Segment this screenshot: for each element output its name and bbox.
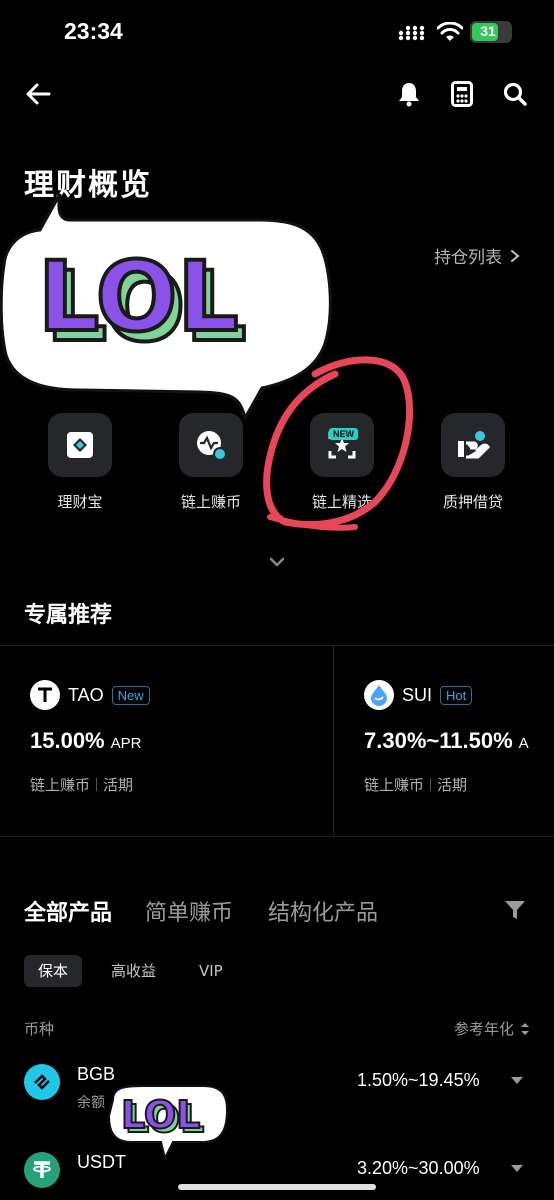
divider — [333, 645, 334, 836]
coin-sub: 余额 — [77, 1095, 105, 1111]
filter-icon[interactable] — [504, 899, 526, 921]
quick-action-vault[interactable]: 理财宝 — [30, 413, 130, 512]
calculator-button[interactable] — [446, 78, 478, 110]
tao-coin-icon — [30, 680, 60, 710]
holdings-link-label: 持仓列表 — [434, 248, 502, 268]
search-button[interactable] — [499, 78, 531, 110]
chip-vip[interactable]: VIP — [185, 955, 237, 987]
quick-action-label: 理财宝 — [57, 493, 103, 511]
battery-icon: 31 — [470, 21, 512, 43]
status-bar: 23:34 31 — [0, 0, 554, 66]
recommend-title: 专属推荐 — [24, 603, 113, 628]
nav-bar — [0, 66, 554, 122]
recommend-card-sui[interactable]: SUI Hot 7.30%~11.50% A 链上赚币 活期 — [364, 680, 529, 795]
holdings-list-link[interactable]: 持仓列表 — [434, 243, 520, 268]
quick-action-label: 质押借贷 — [442, 493, 503, 511]
calculator-icon — [451, 81, 473, 107]
coin-name: SUI — [402, 684, 433, 705]
sort-by-apr[interactable]: 参考年化 — [454, 1018, 530, 1039]
new-tag: New — [111, 685, 150, 705]
sort-icon — [521, 1022, 529, 1035]
apr-unit: A — [518, 735, 529, 752]
quick-action-label: 链上赚币 — [180, 493, 241, 511]
vault-icon — [67, 432, 93, 458]
coin-name: TAO — [68, 684, 104, 705]
chip-principal-protected[interactable]: 保本 — [24, 955, 83, 987]
arrow-left-icon — [26, 83, 51, 105]
red-annotation-circle — [263, 356, 414, 531]
notification-button[interactable] — [393, 78, 425, 110]
onchain-earn-icon — [197, 431, 227, 461]
product-type: 链上赚币 — [30, 776, 91, 794]
svg-text:LOL: LOL — [38, 241, 239, 353]
chevron-right-icon — [510, 249, 520, 262]
svg-text:LOL: LOL — [121, 1093, 200, 1137]
signal-icon — [398, 25, 425, 41]
tab-structured[interactable]: 结构化产品 — [268, 895, 378, 927]
back-button[interactable] — [22, 78, 54, 110]
divider — [0, 836, 554, 837]
product-type: 链上赚币 — [364, 776, 425, 794]
tab-simple-earn[interactable]: 简单赚币 — [145, 895, 233, 927]
apr-range: 1.50%~19.45% — [357, 1070, 480, 1090]
sticker-text: LOL LOL — [36, 239, 249, 365]
bell-icon — [399, 83, 419, 107]
apr-unit: APR — [110, 735, 142, 752]
bgb-coin-icon — [24, 1064, 60, 1100]
chip-high-yield[interactable]: 高收益 — [97, 955, 170, 987]
product-row-usdt[interactable]: USDT 3.20%~30.00% — [24, 1152, 530, 1200]
hot-tag: Hot — [440, 685, 473, 705]
product-term: 活期 — [103, 776, 134, 794]
home-indicator — [178, 1184, 376, 1190]
recommend-card-tao[interactable]: TAO New 15.00% APR 链上赚币 活期 — [30, 680, 150, 795]
header-apr: 参考年化 — [453, 1020, 514, 1038]
chevron-down-icon[interactable] — [511, 1077, 523, 1084]
search-icon — [503, 82, 527, 106]
sui-coin-icon — [364, 680, 394, 710]
apr-rate: 15.00% — [30, 728, 105, 753]
apr-rate: 7.30%~11.50% — [364, 728, 513, 753]
header-coin: 币种 — [24, 1020, 55, 1038]
list-header: 币种 参考年化 — [24, 1018, 530, 1039]
status-time: 23:34 — [64, 18, 123, 44]
product-row-bgb[interactable]: BGB 余额 1.50%~19.45% — [24, 1064, 530, 1124]
pledge-loan-icon — [458, 431, 490, 459]
product-tabs: 全部产品 简单赚币 结构化产品 — [24, 895, 534, 929]
apr-range: 3.20%~30.00% — [357, 1158, 480, 1178]
expand-chevron-icon[interactable] — [268, 556, 286, 568]
tab-all-products[interactable]: 全部产品 — [24, 895, 112, 927]
usdt-coin-icon — [24, 1152, 60, 1188]
chevron-down-icon[interactable] — [511, 1165, 523, 1172]
product-term: 活期 — [437, 776, 468, 794]
battery-level: 31 — [480, 23, 496, 39]
quick-action-pledge-loan[interactable]: 质押借贷 — [423, 413, 523, 512]
quick-action-onchain-earn[interactable]: 链上赚币 — [161, 413, 261, 512]
wifi-icon — [437, 22, 463, 41]
divider — [0, 645, 554, 646]
lol-sticker-small: LOL LOL — [107, 1085, 229, 1160]
